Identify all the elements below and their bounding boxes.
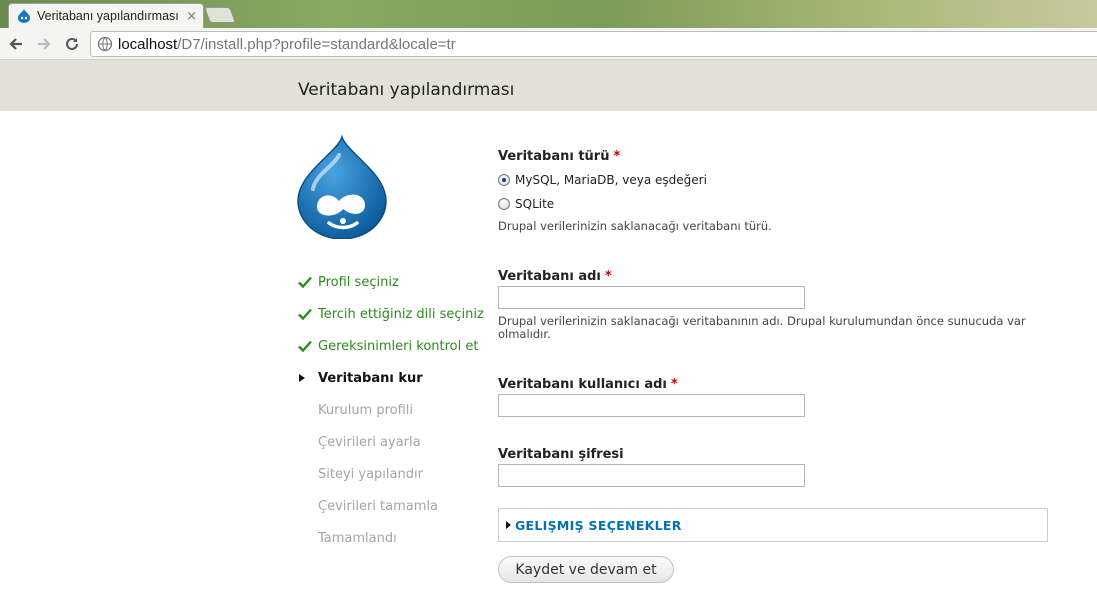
- task-item: Çevirileri ayarla: [298, 426, 484, 458]
- reload-icon: [66, 37, 78, 50]
- task-item: Çevirileri tamamla: [298, 490, 484, 522]
- db-user-input[interactable]: [498, 394, 805, 417]
- browser-tab[interactable]: Veritabanı yapılandırması | D ×: [8, 3, 204, 28]
- task-item: Profil seçiniz: [298, 266, 484, 298]
- page-title: Veritabanı yapılandırması: [298, 80, 515, 100]
- db-type-description: Drupal verilerinizin saklanacağı veritab…: [498, 219, 772, 233]
- db-pass-input[interactable]: [498, 464, 805, 487]
- back-button[interactable]: [5, 33, 27, 55]
- checkmark-icon: [298, 340, 318, 352]
- required-marker: *: [670, 377, 678, 392]
- task-item: Gereksinimleri kontrol et: [298, 330, 484, 362]
- db-pass-label-text: Veritabanı şifresi: [498, 447, 624, 462]
- current-step-arrow-icon: [298, 373, 318, 383]
- checkmark-icon: [298, 276, 318, 288]
- db-user-label: Veritabanı kullanıcı adı *: [498, 377, 678, 392]
- db-pass-label: Veritabanı şifresi: [498, 447, 624, 462]
- forward-button[interactable]: [33, 33, 55, 55]
- task-label: Çevirileri tamamla: [318, 498, 438, 514]
- save-continue-button[interactable]: Kaydet ve devam et: [498, 556, 674, 583]
- db-name-label: Veritabanı adı *: [498, 269, 612, 284]
- page-globe-icon: [97, 36, 113, 52]
- task-label: Tamamlandı: [318, 530, 397, 546]
- task-label: Profil seçiniz: [318, 274, 399, 290]
- radio-mysql-label: MySQL, MariaDB, veya eşdeğeri: [515, 173, 707, 187]
- radio-mysql[interactable]: MySQL, MariaDB, veya eşdeğeri: [498, 173, 707, 187]
- checkmark-icon: [298, 308, 318, 320]
- task-label: Veritabanı kur: [318, 370, 423, 386]
- db-type-label: Veritabanı türü *: [498, 149, 620, 164]
- advanced-options-fieldset[interactable]: GELIŞMIŞ SEÇENEKLER: [498, 508, 1048, 542]
- db-type-label-text: Veritabanı türü: [498, 149, 610, 164]
- required-marker: *: [613, 149, 621, 164]
- address-bar[interactable]: localhost/D7/install.php?profile=standar…: [90, 31, 1097, 57]
- radio-button-sqlite[interactable]: [498, 198, 510, 210]
- radio-sqlite[interactable]: SQLite: [498, 197, 554, 211]
- task-item: Veritabanı kur: [298, 362, 484, 394]
- tab-title: Veritabanı yapılandırması | D: [37, 9, 183, 23]
- url-host: localhost: [118, 35, 178, 53]
- required-marker: *: [604, 269, 612, 284]
- forward-arrow-icon: [38, 38, 51, 50]
- advanced-options-link[interactable]: GELIŞMIŞ SEÇENEKLER: [515, 518, 682, 533]
- drupal-favicon-icon: [18, 9, 30, 23]
- task-label: Çevirileri ayarla: [318, 434, 421, 450]
- db-name-label-text: Veritabanı adı: [498, 269, 601, 284]
- browser-toolbar: localhost/D7/install.php?profile=standar…: [0, 28, 1097, 60]
- install-task-list: Profil seçiniz Tercih ettiğiniz dili seçi…: [298, 266, 484, 554]
- task-item: Siteyi yapılandır: [298, 458, 484, 490]
- task-item: Kurulum profili: [298, 394, 484, 426]
- task-item: Tercih ettiğiniz dili seçiniz: [298, 298, 484, 330]
- db-name-description: Drupal verilerinizin saklanacağı veritab…: [498, 314, 1026, 341]
- radio-button-mysql[interactable]: [498, 174, 510, 186]
- radio-sqlite-label: SQLite: [515, 197, 555, 211]
- task-label: Tercih ettiğiniz dili seçiniz: [318, 306, 484, 322]
- db-user-label-text: Veritabanı kullanıcı adı: [498, 377, 667, 392]
- browser-tab-strip: Veritabanı yapılandırması | D ×: [0, 0, 1097, 28]
- task-item: Tamamlandı: [298, 522, 484, 554]
- url-path: /D7/install.php?profile=standard&locale=…: [177, 35, 456, 53]
- db-name-input[interactable]: [498, 286, 805, 309]
- task-label: Gereksinimleri kontrol et: [318, 338, 479, 354]
- back-arrow-icon: [9, 38, 22, 50]
- drupal-logo: [297, 135, 387, 239]
- page-header: Veritabanı yapılandırması: [0, 60, 1097, 111]
- new-tab-button[interactable]: [204, 7, 236, 23]
- reload-button[interactable]: [61, 33, 83, 55]
- collapse-arrow-icon: [506, 521, 511, 529]
- task-label: Kurulum profili: [318, 402, 414, 418]
- task-label: Siteyi yapılandır: [318, 466, 423, 482]
- tab-close-icon[interactable]: ×: [186, 9, 197, 24]
